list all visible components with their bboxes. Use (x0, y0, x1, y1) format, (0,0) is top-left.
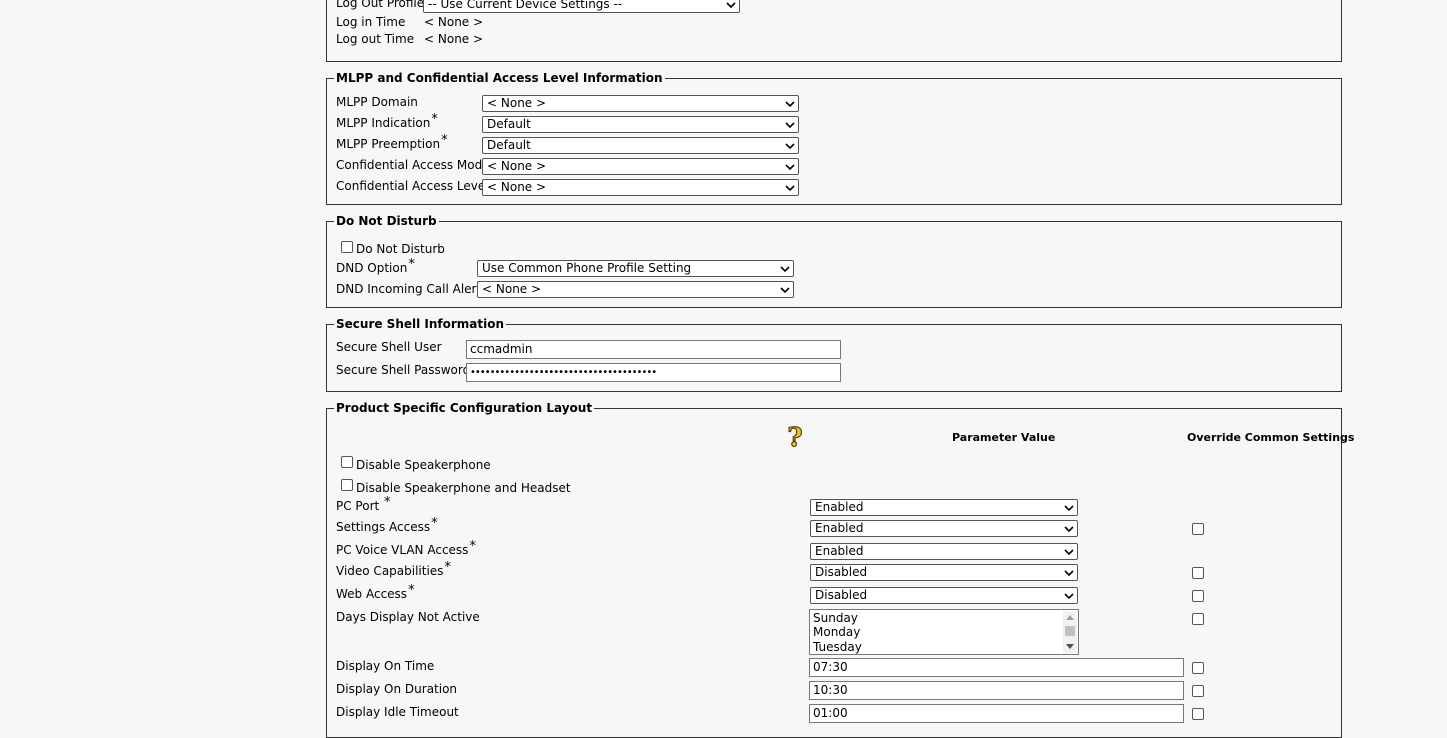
do-not-disturb-checkbox[interactable] (341, 241, 353, 253)
days-display-not-active-listbox[interactable]: Sunday Monday Tuesday (809, 609, 1079, 655)
chevron-down-icon (1064, 549, 1074, 556)
login-fieldset: Log Out Profile -- Use Current Device Se… (326, 0, 1342, 62)
do-not-disturb-label: Do Not Disturb (356, 242, 445, 256)
display-on-duration-label: Display On Duration (336, 682, 458, 696)
scroll-down-icon[interactable] (1066, 644, 1074, 650)
display-on-duration-input[interactable]: 10:30 (809, 681, 1184, 700)
log-out-profile-select[interactable]: -- Use Current Device Settings -- (423, 0, 740, 13)
display-on-time-override-checkbox[interactable] (1192, 662, 1204, 674)
web-access-select[interactable]: Disabled (810, 587, 1078, 604)
days-display-not-active-label: Days Display Not Active (336, 610, 480, 624)
scroll-thumb[interactable] (1065, 626, 1075, 636)
display-idle-timeout-label: Display Idle Timeout (336, 705, 459, 719)
confidential-access-level-select[interactable]: < None > (482, 179, 799, 196)
chevron-down-icon (785, 164, 795, 171)
display-idle-timeout-input[interactable]: 01:00 (809, 704, 1184, 723)
chevron-down-icon (785, 122, 795, 129)
product-config-fieldset: Product Specific Configuration Layout ? … (326, 401, 1354, 738)
override-common-settings-header: Override Common Settings (1187, 431, 1355, 444)
pc-port-label: PC Port * (336, 495, 391, 514)
ssh-fieldset: Secure Shell Information Secure Shell Us… (326, 317, 1342, 392)
secure-shell-user-label: Secure Shell User (336, 340, 442, 354)
chevron-down-icon (780, 266, 790, 273)
video-capabilities-label: Video Capabilities* (336, 560, 451, 579)
disable-speakerphone-headset-label: Disable Speakerphone and Headset (356, 481, 571, 495)
chevron-down-icon (785, 185, 795, 192)
dnd-fieldset: Do Not Disturb Do Not Disturb DND Option… (326, 214, 1342, 308)
disable-speakerphone-label: Disable Speakerphone (356, 458, 491, 472)
settings-access-override-checkbox[interactable] (1192, 523, 1204, 535)
display-on-time-label: Display On Time (336, 659, 435, 673)
product-config-legend: Product Specific Configuration Layout (334, 401, 595, 415)
mlpp-indication-label: MLPP Indication* (336, 112, 438, 131)
pc-voice-vlan-access-label: PC Voice VLAN Access* (336, 539, 476, 558)
chevron-down-icon (726, 2, 736, 9)
confidential-access-mode-select[interactable]: < None > (482, 158, 799, 175)
settings-access-label: Settings Access* (336, 516, 438, 535)
chevron-down-icon (780, 287, 790, 294)
chevron-down-icon (1064, 505, 1074, 512)
display-on-duration-override-checkbox[interactable] (1192, 685, 1204, 697)
log-in-time-value: < None > (424, 15, 484, 29)
mlpp-domain-label: MLPP Domain (336, 95, 418, 109)
chevron-down-icon (1064, 593, 1074, 600)
confidential-access-mode-label: Confidential Access Mode (336, 158, 490, 172)
help-question-icon[interactable]: ? (784, 423, 806, 451)
log-out-profile-label: Log Out Profile (336, 0, 425, 10)
list-item[interactable]: Tuesday (813, 640, 862, 654)
web-access-label: Web Access* (336, 583, 415, 602)
mlpp-legend: MLPP and Confidential Access Level Infor… (334, 71, 665, 85)
chevron-down-icon (785, 143, 795, 150)
video-capabilities-select[interactable]: Disabled (810, 564, 1078, 581)
parameter-value-header: Parameter Value (952, 431, 1056, 444)
video-capabilities-override-checkbox[interactable] (1192, 567, 1204, 579)
disable-speakerphone-checkbox[interactable] (341, 456, 353, 468)
secure-shell-user-input[interactable]: ccmadmin (466, 340, 841, 359)
chevron-down-icon (1064, 526, 1074, 533)
display-on-time-input[interactable]: 07:30 (809, 658, 1184, 677)
mlpp-preemption-label: MLPP Preemption* (336, 133, 448, 152)
dnd-legend: Do Not Disturb (334, 214, 439, 228)
pc-voice-vlan-access-select[interactable]: Enabled (810, 543, 1078, 560)
listbox-scrollbar[interactable] (1063, 611, 1077, 653)
mlpp-domain-select[interactable]: < None > (482, 95, 799, 112)
svg-text:?: ? (787, 423, 802, 451)
chevron-down-icon (1064, 570, 1074, 577)
log-out-time-value: < None > (424, 32, 484, 46)
settings-access-select[interactable]: Enabled (810, 520, 1078, 537)
list-item[interactable]: Monday (813, 625, 860, 639)
scroll-up-icon[interactable] (1066, 614, 1074, 620)
pc-port-select[interactable]: Enabled (810, 499, 1078, 516)
days-display-override-checkbox[interactable] (1192, 613, 1204, 625)
mlpp-fieldset: MLPP and Confidential Access Level Infor… (326, 71, 1342, 205)
ssh-legend: Secure Shell Information (334, 317, 507, 331)
dnd-incoming-call-alert-select[interactable]: < None > (477, 281, 794, 298)
dnd-incoming-call-alert-label: DND Incoming Call Alert (336, 282, 482, 296)
dnd-option-label: DND Option* (336, 257, 415, 276)
mlpp-indication-select[interactable]: Default (482, 116, 799, 133)
secure-shell-password-label: Secure Shell Password (336, 363, 471, 377)
mlpp-preemption-select[interactable]: Default (482, 137, 799, 154)
log-in-time-label: Log in Time (336, 15, 406, 29)
display-idle-timeout-override-checkbox[interactable] (1192, 708, 1204, 720)
chevron-down-icon (785, 101, 795, 108)
secure-shell-password-input[interactable]: •••••••••••••••••••••••••••••••••••••• (466, 363, 841, 382)
log-out-time-label: Log out Time (336, 32, 415, 46)
web-access-override-checkbox[interactable] (1192, 590, 1204, 602)
dnd-option-select[interactable]: Use Common Phone Profile Setting (477, 260, 794, 277)
list-item[interactable]: Sunday (813, 611, 858, 625)
confidential-access-level-label: Confidential Access Level (336, 179, 489, 193)
disable-speakerphone-headset-checkbox[interactable] (341, 479, 353, 491)
